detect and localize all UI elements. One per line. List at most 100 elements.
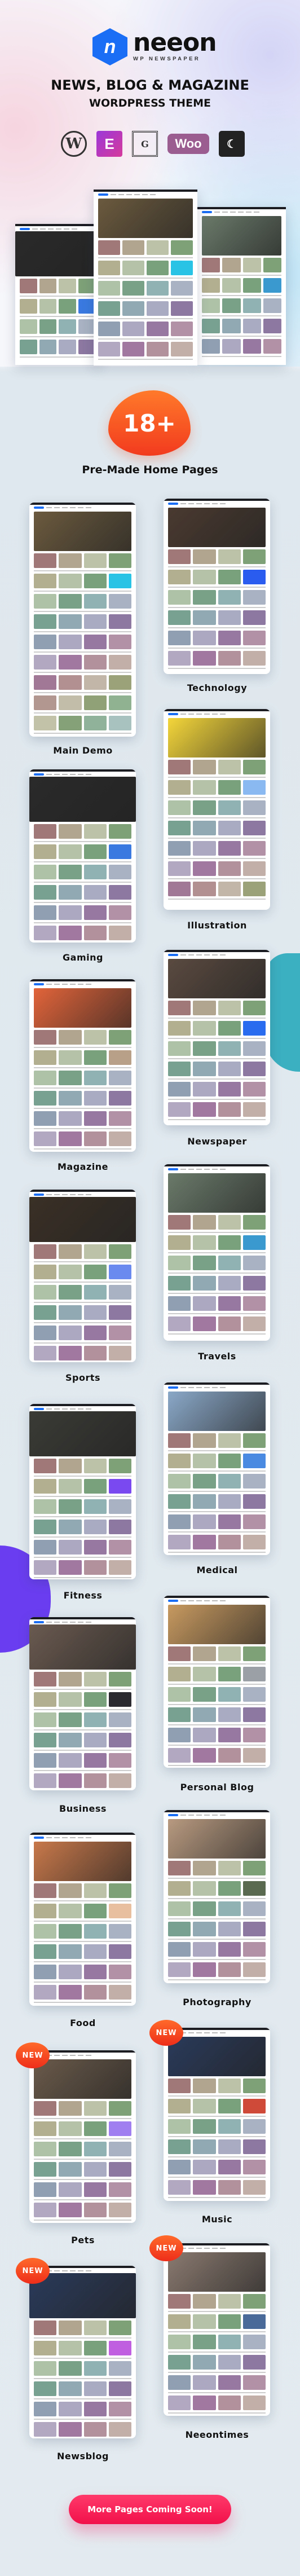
mock-card <box>168 2294 191 2309</box>
mock-card <box>59 1560 82 1575</box>
mock-card <box>193 2180 216 2195</box>
mock-text-line <box>34 1536 131 1538</box>
mock-card <box>122 240 144 255</box>
mock-card <box>168 1276 191 1291</box>
home-page-label[interactable]: Newspaper <box>164 1136 271 1147</box>
mock-card <box>218 1514 241 1529</box>
home-page-preview-newsblog[interactable] <box>29 2266 136 2438</box>
mock-card <box>59 279 76 293</box>
home-page-label[interactable]: Technology <box>164 682 271 693</box>
home-page-preview-pets[interactable] <box>29 2050 136 2223</box>
brand-name: neeon <box>133 28 217 57</box>
mock-text-line <box>34 651 131 653</box>
mock-text-line <box>34 1689 131 1690</box>
mock-card <box>59 1540 82 1555</box>
mock-card <box>108 574 131 588</box>
home-page-preview-business[interactable] <box>29 1617 136 1790</box>
mock-card-row <box>168 1041 266 1056</box>
home-page-preview-newspaper[interactable] <box>164 950 270 1125</box>
home-page-label[interactable]: Personal Blog <box>164 1782 271 1793</box>
home-page-preview-main-demo[interactable] <box>29 503 136 737</box>
home-page-preview-technology[interactable] <box>164 499 270 674</box>
mock-card <box>59 1091 82 1106</box>
mock-text-line <box>34 570 131 571</box>
mock-card <box>34 2320 57 2335</box>
mock-card <box>59 574 82 588</box>
mock-card-row <box>34 2162 131 2177</box>
home-page-preview-music[interactable] <box>164 2028 270 2201</box>
mock-text-line <box>168 878 266 879</box>
mock-card <box>193 1215 216 1230</box>
home-page-preview-photography[interactable] <box>164 1810 270 1983</box>
home-page-preview-neeontimes[interactable] <box>164 2243 270 2416</box>
mock-text-line <box>168 2116 266 2117</box>
home-page-preview-medical[interactable] <box>164 1382 270 1555</box>
mock-card <box>193 780 216 795</box>
mock-text-line <box>34 1067 131 1068</box>
mock-card-row <box>168 780 266 795</box>
mock-card <box>34 655 57 670</box>
home-page-label[interactable]: Sports <box>29 1372 136 1383</box>
mock-card <box>168 2396 191 2410</box>
mock-card <box>242 610 266 625</box>
more-pages-button[interactable]: More Pages Coming Soon! <box>69 2495 231 2524</box>
mock-hero-image <box>202 216 281 256</box>
mock-card <box>218 1062 241 1076</box>
home-page-label[interactable]: Music <box>164 2214 271 2225</box>
home-page-preview-fitness[interactable] <box>29 1404 136 1579</box>
mock-card <box>218 2099 241 2113</box>
home-page-label[interactable]: Magazine <box>29 1161 136 1172</box>
mock-text-line <box>98 318 193 319</box>
mock-card <box>193 2294 216 2309</box>
wordpress-icon: W <box>61 131 87 157</box>
mock-text-line <box>168 648 266 649</box>
mock-card <box>168 651 191 666</box>
mock-card <box>108 1904 131 1918</box>
mock-card <box>59 594 82 609</box>
home-page-preview-illustration[interactable] <box>164 709 270 910</box>
home-page-label[interactable]: Fitness <box>29 1590 136 1601</box>
mock-card-row <box>34 1985 131 2000</box>
mock-card <box>34 2182 57 2197</box>
mock-card <box>193 2355 216 2370</box>
mock-card <box>171 261 193 275</box>
mock-card <box>83 695 107 710</box>
mock-card-row <box>202 339 281 354</box>
mock-card <box>83 2361 107 2376</box>
home-page-preview-sports[interactable] <box>29 1190 136 1362</box>
mock-card <box>168 1514 191 1529</box>
mock-card <box>34 1965 57 1979</box>
home-page-label[interactable]: Business <box>29 1803 136 1814</box>
home-page-preview-food[interactable] <box>29 1833 136 2006</box>
home-page-label[interactable]: Travels <box>164 1351 271 1362</box>
mock-card <box>242 861 266 876</box>
home-page-label[interactable]: Neeontimes <box>164 2429 271 2440</box>
home-page-preview-gaming[interactable] <box>29 769 136 943</box>
mock-card <box>168 1454 191 1468</box>
mock-card <box>20 279 37 293</box>
home-page-preview-magazine[interactable] <box>29 979 136 1152</box>
mock-card <box>193 2335 216 2349</box>
home-page-label[interactable]: Pets <box>29 2235 136 2245</box>
home-page-preview-travels[interactable] <box>164 1164 270 1341</box>
mock-card <box>242 278 261 293</box>
home-page-label[interactable]: Illustration <box>164 920 271 931</box>
home-page-label[interactable]: Medical <box>164 1565 271 1575</box>
mock-card <box>242 319 261 333</box>
mock-card <box>222 319 241 333</box>
home-page-label[interactable]: Photography <box>164 1997 271 2007</box>
home-page-label[interactable]: Gaming <box>29 952 136 963</box>
mock-card <box>108 2182 131 2197</box>
home-page-label[interactable]: Newsblog <box>29 2451 136 2461</box>
mock-card <box>218 2355 241 2370</box>
mock-card <box>168 1962 191 1977</box>
mock-card <box>83 1479 107 1494</box>
mock-card <box>108 2320 131 2335</box>
mock-card <box>83 2422 107 2437</box>
mock-card <box>98 281 120 296</box>
mock-card-row <box>168 1748 266 1763</box>
home-page-label[interactable]: Main Demo <box>29 745 136 756</box>
home-page-preview-personal-blog[interactable] <box>164 1596 270 1768</box>
home-page-label[interactable]: Food <box>29 2018 136 2028</box>
mock-nav <box>164 1812 270 1817</box>
